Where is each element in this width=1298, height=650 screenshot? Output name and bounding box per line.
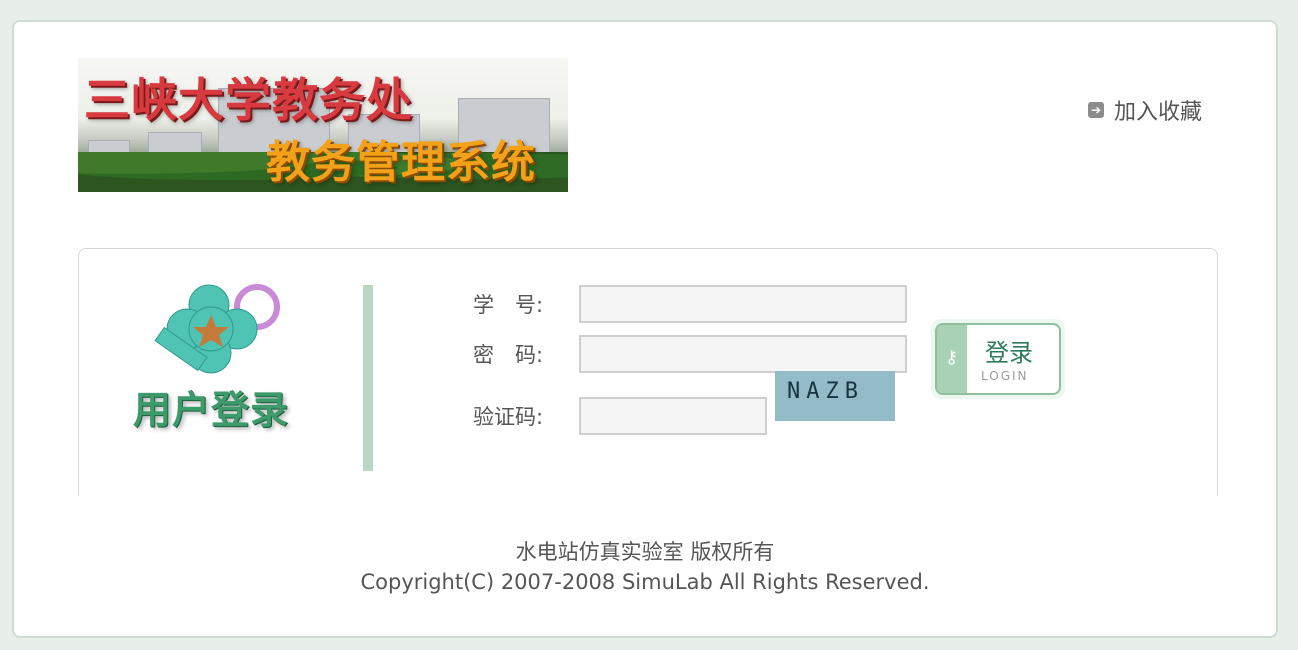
page-container: 三峡大学教务处 教务管理系统 ➔ 加入收藏 用户登录 学 号: 密 码: 验证码… [12,20,1278,638]
add-bookmark-label: 加入收藏 [1114,100,1203,125]
vertical-divider [363,285,373,471]
login-button-label: 登录 [985,339,1033,367]
password-label: 密 码: [473,343,544,367]
login-panel: 用户登录 学 号: 密 码: 验证码: NAZB ⚷ 登录 LOGIN [78,248,1218,496]
login-button-sublabel: LOGIN [981,369,1029,383]
footer-copyright: Copyright(C) 2007-2008 SimuLab All Right… [360,570,930,594]
arrow-right-icon: ➔ [1088,102,1104,118]
student-id-input[interactable] [579,285,907,323]
student-id-label: 学 号: [473,293,544,317]
captcha-label: 验证码: [473,405,544,429]
banner-title: 三峡大学教务处 [84,73,413,127]
password-input[interactable] [579,335,907,373]
login-caption: 用户登录 [133,387,290,432]
login-button[interactable]: ⚷ 登录 LOGIN [931,319,1065,399]
captcha-image[interactable]: NAZB [775,371,895,421]
captcha-input[interactable] [579,397,767,435]
footer-owner: 水电站仿真实验室 版权所有 [515,540,775,564]
key-bar: ⚷ [937,325,967,393]
add-bookmark-link[interactable]: ➔ 加入收藏 [1088,94,1202,126]
banner-logo: 三峡大学教务处 教务管理系统 [78,58,568,192]
banner-subtitle: 教务管理系统 [266,137,536,188]
key-icon: ⚷ [945,347,959,368]
